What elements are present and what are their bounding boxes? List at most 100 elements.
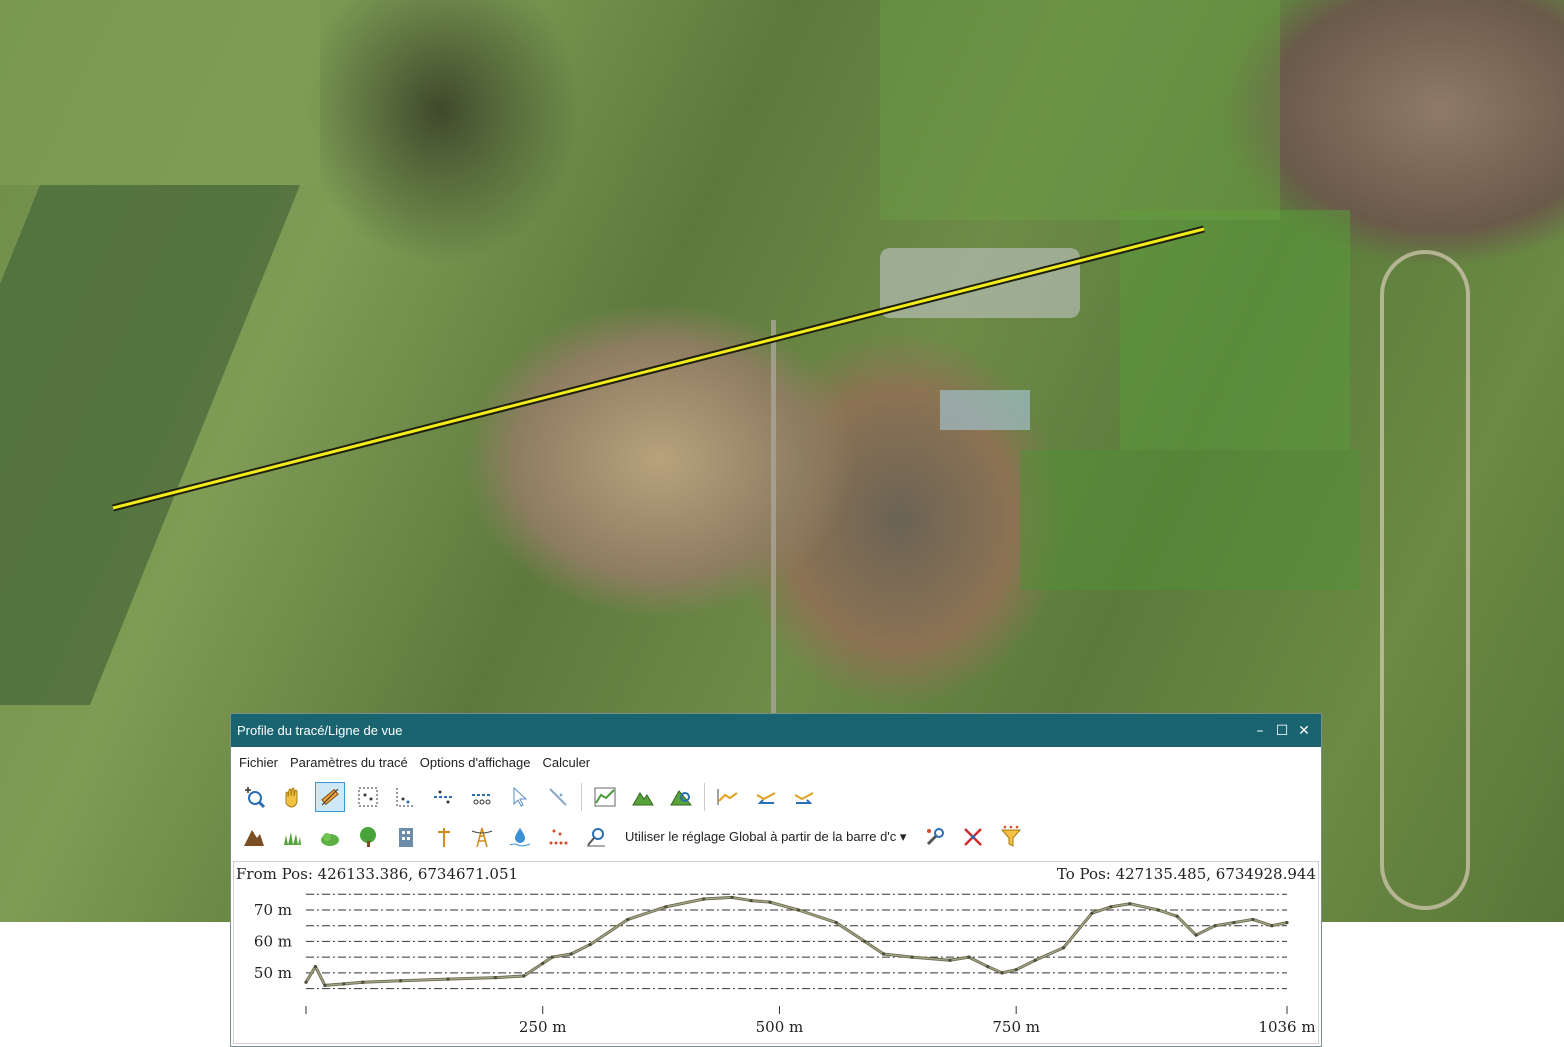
y-tick-label: 60 m bbox=[254, 932, 292, 950]
menu-options-affichage[interactable]: Options d'affichage bbox=[420, 755, 531, 770]
terrain-icon[interactable] bbox=[628, 782, 658, 812]
profile-point bbox=[1175, 914, 1179, 918]
pole-icon[interactable] bbox=[429, 822, 459, 852]
grass-icon[interactable] bbox=[277, 822, 307, 852]
profile-point bbox=[882, 952, 886, 956]
profile-point bbox=[730, 895, 734, 900]
toolbar-separator bbox=[581, 783, 582, 811]
profile-point bbox=[1109, 905, 1113, 909]
maximize-button[interactable]: ☐ bbox=[1271, 723, 1293, 739]
mountain-icon[interactable] bbox=[239, 822, 269, 852]
measure-icon[interactable] bbox=[543, 782, 573, 812]
x-axis-ticks: 250 m 500 m 750 m 1036 m bbox=[305, 1006, 1316, 1036]
profile-point bbox=[1251, 917, 1255, 922]
profile-left-icon[interactable] bbox=[751, 782, 781, 812]
profile-point bbox=[1090, 911, 1094, 915]
x-tick-label: 1036 m bbox=[1258, 1018, 1315, 1036]
menu-parametres-trace[interactable]: Paramètres du tracé bbox=[290, 755, 408, 770]
draw-profile-icon[interactable] bbox=[315, 782, 345, 812]
profile-point bbox=[1285, 920, 1289, 925]
profile-point bbox=[768, 900, 772, 904]
profile-point bbox=[986, 964, 990, 969]
water-icon[interactable] bbox=[505, 822, 535, 852]
toolbar-separator bbox=[704, 783, 705, 811]
profile-point bbox=[569, 952, 573, 956]
tree-icon[interactable] bbox=[353, 822, 383, 852]
pointer-icon[interactable] bbox=[505, 782, 535, 812]
noise-points-icon[interactable] bbox=[543, 822, 573, 852]
profile-point bbox=[796, 908, 800, 912]
profile-point bbox=[493, 975, 497, 980]
profile-point bbox=[304, 980, 308, 984]
clear-icon[interactable] bbox=[958, 822, 988, 852]
profile-point bbox=[834, 920, 838, 925]
select-region-icon[interactable] bbox=[391, 782, 421, 812]
chevron-down-icon: ▾ bbox=[896, 829, 907, 844]
pin-icon[interactable] bbox=[581, 822, 611, 852]
profile-point bbox=[1156, 908, 1160, 912]
profile-point bbox=[446, 977, 450, 981]
profile-point bbox=[749, 898, 753, 903]
tools-icon[interactable] bbox=[920, 822, 950, 852]
minimize-button[interactable]: – bbox=[1249, 723, 1271, 739]
building-icon[interactable] bbox=[391, 822, 421, 852]
profile-point bbox=[361, 980, 365, 984]
y-tick-label: 50 m bbox=[254, 964, 292, 982]
class-layer-dropdown-value: Utiliser le réglage Global à partir de l… bbox=[625, 829, 897, 844]
y-axis-ticks: 50 m 60 m 70 m bbox=[254, 901, 292, 982]
class-layer-dropdown[interactable]: Utiliser le réglage Global à partir de l… bbox=[625, 829, 906, 845]
zoom-icon[interactable] bbox=[239, 782, 269, 812]
profile-point bbox=[541, 961, 545, 966]
profile-point bbox=[522, 974, 526, 978]
window-title: Profile du tracé/Ligne de vue bbox=[237, 723, 403, 738]
profile-point bbox=[1270, 924, 1274, 928]
profile-point bbox=[588, 942, 592, 947]
toolbar-classes: Utiliser le réglage Global à partir de l… bbox=[231, 817, 1321, 857]
x-tick-label: 500 m bbox=[756, 1018, 804, 1036]
menu-fichier[interactable]: Fichier bbox=[239, 755, 278, 770]
elevation-profile-chart[interactable]: From Pos: 426133.386, 6734671.051 To Pos… bbox=[233, 861, 1319, 1044]
profile-point bbox=[1232, 920, 1236, 925]
from-position-label: From Pos: 426133.386, 6734671.051 bbox=[236, 865, 518, 883]
menu-calculer[interactable]: Calculer bbox=[542, 755, 590, 770]
profile-point bbox=[967, 955, 971, 959]
profile-point bbox=[1061, 946, 1066, 950]
profile-point bbox=[626, 917, 630, 922]
profile-point bbox=[399, 979, 403, 983]
profile-point bbox=[1014, 968, 1018, 972]
bush-icon[interactable] bbox=[315, 822, 345, 852]
profile-point bbox=[550, 955, 554, 959]
profile-point bbox=[1128, 902, 1132, 906]
toolbar-top bbox=[231, 777, 1321, 817]
profile-point bbox=[313, 964, 318, 969]
profile-graph-icon[interactable] bbox=[590, 782, 620, 812]
title-bar[interactable]: Profile du tracé/Ligne de vue – ☐ ✕ bbox=[231, 714, 1321, 747]
profile-chart-svg: From Pos: 426133.386, 6734671.051 To Pos… bbox=[236, 865, 1316, 1036]
select-points-icon[interactable] bbox=[353, 782, 383, 812]
profile-point bbox=[910, 955, 914, 959]
profile-point bbox=[323, 983, 327, 988]
profile-point bbox=[1213, 924, 1217, 928]
profile-point bbox=[702, 897, 706, 901]
filter-icon[interactable] bbox=[996, 822, 1026, 852]
slice-top-icon[interactable] bbox=[429, 782, 459, 812]
profile-line-icon[interactable] bbox=[713, 782, 743, 812]
profile-point bbox=[342, 982, 346, 986]
to-position-label: To Pos: 427135.485, 6734928.944 bbox=[1057, 865, 1316, 883]
profile-point bbox=[664, 905, 668, 909]
profile-window[interactable]: Profile du tracé/Ligne de vue – ☐ ✕ Fich… bbox=[230, 713, 1322, 1047]
profile-right-icon[interactable] bbox=[789, 782, 819, 812]
profile-point bbox=[1033, 958, 1037, 962]
profile-point bbox=[948, 958, 952, 962]
terrain-tool-icon[interactable] bbox=[666, 782, 696, 812]
x-tick-label: 750 m bbox=[992, 1018, 1040, 1036]
menu-bar: Fichier Paramètres du tracé Options d'af… bbox=[231, 747, 1321, 777]
power-line-icon[interactable] bbox=[467, 822, 497, 852]
y-tick-label: 70 m bbox=[254, 901, 292, 919]
slice-bottom-icon[interactable] bbox=[467, 782, 497, 812]
profile-point bbox=[1194, 933, 1198, 937]
x-tick-label: 250 m bbox=[519, 1018, 567, 1036]
profile-point bbox=[1000, 971, 1004, 975]
close-button[interactable]: ✕ bbox=[1293, 723, 1315, 739]
pan-hand-icon[interactable] bbox=[277, 782, 307, 812]
